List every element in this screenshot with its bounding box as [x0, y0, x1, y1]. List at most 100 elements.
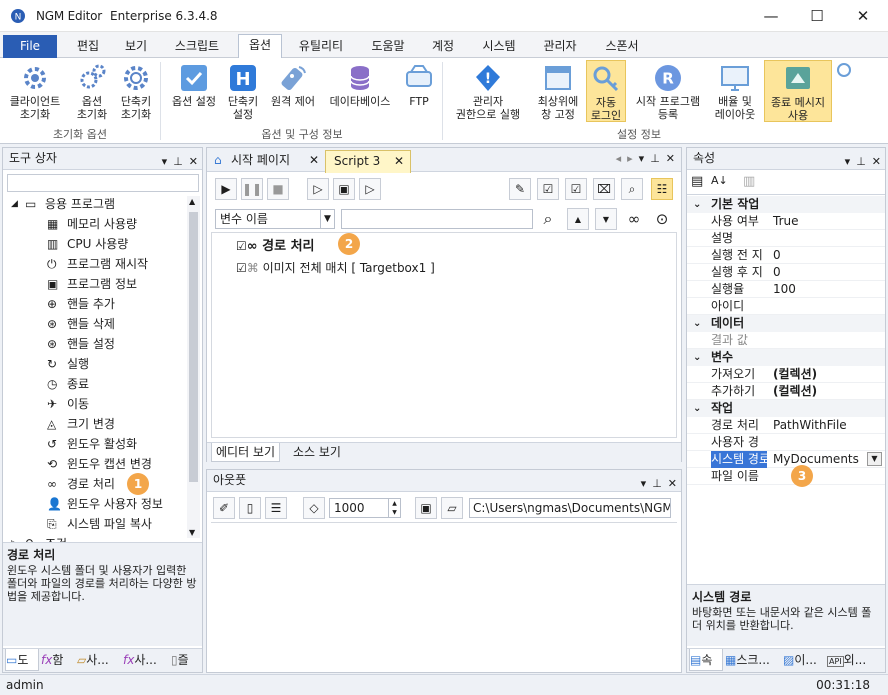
tab-external[interactable]: API 외...	[827, 649, 883, 671]
output-list-button[interactable]: ☰	[265, 497, 287, 519]
property-row[interactable]: 아이디	[687, 298, 885, 315]
menu-tab-utility[interactable]: 유틸리티	[290, 36, 352, 58]
property-row[interactable]: 사용 여부 True	[687, 213, 885, 230]
tree-item-tool[interactable]: ✈ 이동	[3, 394, 187, 414]
auto-login-button[interactable]: 자동 로그인	[586, 60, 626, 122]
close-icon[interactable]: ✕	[668, 473, 677, 494]
close-tab-icon[interactable]: ✕	[309, 150, 319, 170]
scale-layout-button[interactable]: 배율 및 레이아웃	[710, 60, 760, 122]
script-line[interactable]: ☑∞ 경로 처리	[236, 236, 315, 256]
tree-group-applications[interactable]: ▭ 응용 프로그램 ◢	[3, 194, 187, 214]
tab-functions[interactable]: fx함	[41, 649, 75, 671]
check-all-button[interactable]: ☑	[537, 178, 559, 200]
property-row[interactable]: 경로 처리 PathWithFile	[687, 417, 885, 434]
close-icon[interactable]: ✕	[189, 151, 198, 172]
dropdown-icon[interactable]: ▾	[162, 151, 168, 172]
menu-tab-script[interactable]: 스크립트	[166, 36, 228, 58]
right-arrow-icon[interactable]: ▸	[627, 152, 633, 165]
database-button[interactable]: 데이타베이스	[324, 60, 396, 122]
checkbox-checked-icon[interactable]: ☑	[236, 239, 247, 253]
remote-control-button[interactable]: 원격 제어	[264, 60, 322, 122]
tab-script3[interactable]: Script 3 ✕	[325, 150, 411, 173]
property-row[interactable]: 파일 이름 3	[687, 465, 885, 487]
tab-script-list[interactable]: ▦스크...	[725, 649, 781, 671]
scroll-up-icon[interactable]: ▲	[189, 197, 195, 206]
toolbox-search-input[interactable]	[7, 174, 199, 192]
chevron-down-icon[interactable]: ▼	[867, 452, 882, 466]
line-limit-stepper[interactable]: 1000 ▲ ▼	[329, 498, 401, 518]
close-icon[interactable]: ✕	[872, 151, 881, 172]
check-button[interactable]: ☑	[565, 178, 587, 200]
property-row[interactable]: 시스템 경로 MyDocuments ▼	[687, 451, 885, 468]
startup-register-button[interactable]: R 시작 프로그램 등록	[628, 60, 708, 122]
stop-button[interactable]: ■	[267, 178, 289, 200]
tree-item-tool[interactable]: ▥ CPU 사용량	[3, 234, 187, 254]
tree-item-tool[interactable]: ⎘ 시스템 파일 복사	[3, 514, 187, 534]
menu-tab-admin[interactable]: 관리자	[534, 36, 586, 58]
tab-start-page[interactable]: ⌂ 시작 페이지 ✕	[209, 150, 323, 172]
property-value[interactable]: PathWithFile	[773, 417, 847, 434]
categorized-icon[interactable]: ▤	[691, 174, 703, 189]
tree-item-tool[interactable]: ▣ 프로그램 정보	[3, 274, 187, 294]
property-value[interactable]: 100	[773, 281, 796, 298]
tree-group-conditions[interactable]: ⚲조건▷	[3, 534, 187, 542]
tab-editor-view[interactable]: 에디터 보기	[211, 443, 281, 462]
menu-tab-edit[interactable]: 편집	[66, 36, 110, 58]
prev-button[interactable]: ▲	[567, 208, 589, 230]
property-row[interactable]: 사용자 경	[687, 434, 885, 451]
tab-user-functions[interactable]: fx사...	[123, 649, 169, 671]
dropdown-icon[interactable]: ▾	[641, 473, 647, 494]
output-file-button[interactable]: ▯	[239, 497, 261, 519]
find-button[interactable]: ⌕	[621, 178, 643, 200]
exit-message-button[interactable]: 종료 메시지 사용	[764, 60, 832, 122]
expand-icon[interactable]: ◢	[11, 194, 18, 214]
file-menu[interactable]: File	[3, 35, 57, 58]
stepper-arrows-icon[interactable]: ▲ ▼	[388, 499, 400, 517]
more-button[interactable]: ⊙	[651, 208, 673, 230]
collapse-icon[interactable]: ⌄	[693, 349, 701, 366]
property-pages-icon[interactable]: ▥	[743, 174, 755, 189]
property-row[interactable]: 실행율 100	[687, 281, 885, 298]
menu-tab-account[interactable]: 계정	[422, 36, 464, 58]
scroll-down-icon[interactable]: ▼	[189, 528, 195, 537]
run-from-button[interactable]: ▷	[359, 178, 381, 200]
property-category[interactable]: ⌄ 기본 작업	[687, 196, 885, 213]
pin-icon[interactable]: ⊥	[173, 151, 183, 172]
menu-tab-view[interactable]: 보기	[116, 36, 156, 58]
tree-item-tool[interactable]: ⊛ 핸들 설정	[3, 334, 187, 354]
tree-item-tool[interactable]: ◷ 종료	[3, 374, 187, 394]
collapse-icon[interactable]: ⌄	[693, 315, 701, 332]
property-value[interactable]: 0	[773, 247, 781, 264]
tab-images[interactable]: ▨이...	[783, 649, 825, 671]
tree-item-tool[interactable]: ∞ 경로 처리 1	[3, 473, 187, 495]
tree-item-tool[interactable]: ⏻ 프로그램 재시작	[3, 254, 187, 274]
delete-button[interactable]: ⌧	[593, 178, 615, 200]
variable-select[interactable]: 변수 이름 ▼	[215, 209, 335, 229]
menu-tab-options[interactable]: 옵션	[238, 34, 282, 59]
chevron-down-icon[interactable]: ▼	[320, 210, 334, 228]
property-value[interactable]: MyDocuments	[773, 451, 859, 468]
step-button[interactable]: ▷	[307, 178, 329, 200]
run-selected-button[interactable]: ▣	[333, 178, 355, 200]
property-value[interactable]: (컬렉션)	[773, 383, 817, 400]
property-category[interactable]: ⌄ 작업	[687, 400, 885, 417]
tree-item-tool[interactable]: ◬ 크기 변경	[3, 414, 187, 434]
menu-tab-help[interactable]: 도움말	[364, 36, 412, 58]
tab-properties[interactable]: ▤속	[689, 649, 723, 671]
output-erase-button[interactable]: ◇	[303, 497, 325, 519]
menu-tab-sponsor[interactable]: 스폰서	[596, 36, 648, 58]
property-value[interactable]: True	[773, 213, 799, 230]
left-arrow-icon[interactable]: ◂	[616, 152, 622, 165]
property-row[interactable]: 설명	[687, 230, 885, 247]
collapse-icon[interactable]: ⌄	[693, 196, 701, 213]
edit-button[interactable]: ✎	[509, 178, 531, 200]
shortcut-settings-button[interactable]: H 단축키 설정	[224, 60, 262, 122]
tab-favorites[interactable]: ▯즐	[171, 649, 201, 671]
pin-icon[interactable]: ⊥	[856, 151, 866, 172]
property-row[interactable]: 결과 값	[687, 332, 885, 349]
run-as-admin-button[interactable]: ! 관리자 권한으로 실행	[446, 60, 530, 122]
property-row[interactable]: 추가하기 (컬렉션)	[687, 383, 885, 400]
tree-item-tool[interactable]: ▦ 메모리 사용량	[3, 214, 187, 234]
tab-dictionary[interactable]: ▱사...	[77, 649, 121, 671]
tab-source-view[interactable]: 소스 보기	[289, 443, 345, 462]
